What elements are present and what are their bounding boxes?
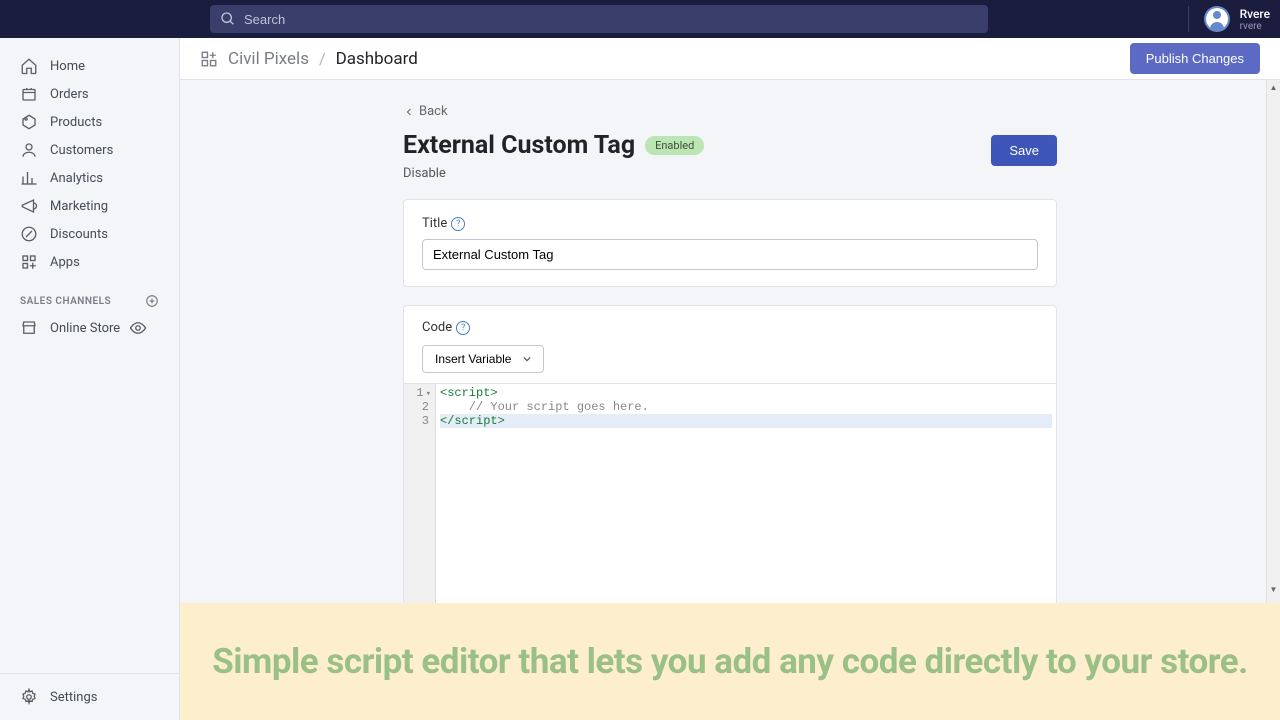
home-icon bbox=[20, 57, 38, 75]
sales-channels-header: SALES CHANNELS bbox=[0, 276, 179, 314]
sidebar-item-label: Analytics bbox=[50, 171, 103, 186]
sidebar-item-orders[interactable]: Orders bbox=[0, 80, 179, 108]
user-sub: rvere bbox=[1240, 21, 1270, 32]
marketing-icon bbox=[20, 197, 38, 215]
sidebar-item-online-store[interactable]: Online Store bbox=[0, 314, 179, 342]
breadcrumb: Civil Pixels / Dashboard bbox=[200, 49, 418, 69]
back-link[interactable]: Back bbox=[403, 100, 1057, 123]
sidebar-item-label: Orders bbox=[50, 87, 89, 102]
code-label: Code ? bbox=[422, 320, 1038, 335]
scroll-up-icon[interactable]: ▲ bbox=[1267, 80, 1280, 94]
products-icon bbox=[20, 113, 38, 131]
breadcrumb-separator: / bbox=[319, 49, 326, 68]
add-channel-icon[interactable] bbox=[145, 294, 159, 308]
sidebar-item-label: Discounts bbox=[50, 227, 108, 242]
user-name: Rvere bbox=[1240, 7, 1270, 21]
gear-icon bbox=[20, 688, 38, 706]
chevron-left-icon bbox=[403, 106, 415, 118]
sidebar-item-label: Apps bbox=[50, 255, 80, 270]
sidebar-item-marketing[interactable]: Marketing bbox=[0, 192, 179, 220]
promo-banner: Simple script editor that lets you add a… bbox=[180, 603, 1280, 720]
breadcrumb-bar: Civil Pixels / Dashboard Publish Changes bbox=[180, 38, 1280, 80]
customers-icon bbox=[20, 141, 38, 159]
breadcrumb-link[interactable]: Civil Pixels bbox=[228, 49, 309, 69]
code-card: Code ? Insert Variable 1▾ 2 3 bbox=[403, 305, 1057, 608]
app-icon bbox=[200, 50, 218, 68]
sidebar: Home Orders Products Customers Analytics… bbox=[0, 38, 180, 720]
sidebar-item-label: Settings bbox=[50, 690, 97, 705]
search-input[interactable] bbox=[244, 12, 978, 27]
title-label: Title ? bbox=[422, 216, 1038, 231]
disable-link[interactable]: Disable bbox=[403, 166, 704, 181]
sidebar-item-apps[interactable]: Apps bbox=[0, 248, 179, 276]
save-button[interactable]: Save bbox=[991, 135, 1057, 166]
search-icon bbox=[220, 11, 236, 27]
code-editor[interactable]: 1▾ 2 3 <script> // Your script goes here… bbox=[404, 383, 1056, 607]
caret-down-icon bbox=[523, 355, 531, 363]
sidebar-item-label: Home bbox=[50, 59, 85, 74]
analytics-icon bbox=[20, 169, 38, 187]
apps-icon bbox=[20, 253, 38, 271]
sidebar-item-label: Customers bbox=[50, 143, 113, 158]
avatar bbox=[1204, 6, 1230, 32]
page-title: External Custom Tag bbox=[403, 131, 635, 160]
sidebar-item-analytics[interactable]: Analytics bbox=[0, 164, 179, 192]
top-bar: Rvere rvere bbox=[0, 0, 1280, 38]
help-icon[interactable]: ? bbox=[451, 217, 465, 231]
orders-icon bbox=[20, 85, 38, 103]
editor-gutter: 1▾ 2 3 bbox=[404, 384, 436, 607]
editor-content[interactable]: <script> // Your script goes here. </scr… bbox=[436, 384, 1056, 607]
sidebar-item-discounts[interactable]: Discounts bbox=[0, 220, 179, 248]
sidebar-item-label: Marketing bbox=[50, 199, 108, 214]
publish-button[interactable]: Publish Changes bbox=[1130, 43, 1260, 74]
title-input[interactable] bbox=[422, 239, 1038, 270]
scroll-down-icon[interactable]: ▼ bbox=[1267, 582, 1280, 596]
store-icon bbox=[20, 319, 38, 337]
sidebar-item-label: Products bbox=[50, 115, 102, 130]
insert-variable-button[interactable]: Insert Variable bbox=[422, 345, 544, 373]
eye-icon[interactable] bbox=[129, 319, 147, 337]
discounts-icon bbox=[20, 225, 38, 243]
sidebar-item-settings[interactable]: Settings bbox=[0, 673, 179, 720]
sidebar-item-customers[interactable]: Customers bbox=[0, 136, 179, 164]
sidebar-item-label: Online Store bbox=[50, 321, 120, 336]
title-card: Title ? bbox=[403, 199, 1057, 287]
help-icon[interactable]: ? bbox=[456, 321, 470, 335]
status-badge: Enabled bbox=[645, 136, 704, 155]
search-box[interactable] bbox=[210, 5, 988, 33]
sidebar-item-products[interactable]: Products bbox=[0, 108, 179, 136]
banner-text: Simple script editor that lets you add a… bbox=[200, 641, 1260, 682]
user-menu[interactable]: Rvere rvere bbox=[1188, 6, 1270, 32]
breadcrumb-current: Dashboard bbox=[336, 49, 418, 69]
sidebar-item-home[interactable]: Home bbox=[0, 52, 179, 80]
